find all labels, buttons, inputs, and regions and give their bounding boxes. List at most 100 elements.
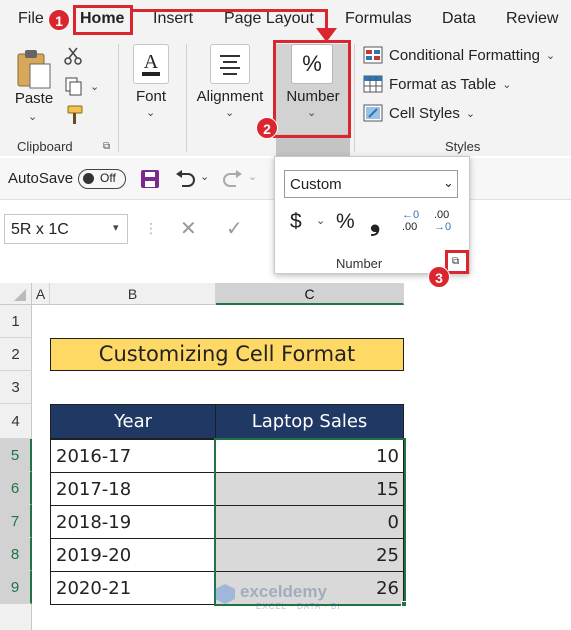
callout-box-launcher: [445, 250, 469, 274]
ribbon-divider: [118, 44, 119, 152]
row-header[interactable]: 4: [0, 404, 32, 439]
selection-range: [214, 438, 406, 606]
decrease-decimal-top: .00: [434, 209, 450, 221]
fill-handle[interactable]: [401, 601, 407, 607]
row-header[interactable]: 3: [0, 371, 32, 404]
select-all-icon: [14, 289, 26, 301]
conditional-formatting-chevron-icon: ⌄: [545, 49, 556, 62]
callout-arrow-line: [133, 9, 328, 12]
toggle-knob: [83, 173, 94, 184]
decrease-decimal-icon[interactable]: .00 →0: [434, 209, 451, 233]
row-header[interactable]: 8: [0, 538, 32, 571]
name-box-value: 5R x 1C: [11, 221, 69, 238]
cell-styles-button[interactable]: Cell Styles ⌄: [363, 104, 475, 122]
callout-badge-3: 3: [428, 266, 450, 288]
format-as-table-button[interactable]: Format as Table ⌄: [363, 75, 512, 93]
tab-review[interactable]: Review: [506, 4, 558, 34]
row-header[interactable]: 5: [0, 439, 32, 472]
column-header-c[interactable]: C: [216, 283, 404, 305]
increase-decimal-icon[interactable]: ←0.00: [402, 209, 419, 233]
conditional-formatting-icon: [363, 46, 383, 64]
callout-box-number: [273, 40, 351, 138]
row-header-filler: [0, 604, 32, 630]
row-header[interactable]: 1: [0, 305, 32, 338]
font-button[interactable]: Font: [131, 88, 171, 105]
tab-file[interactable]: File: [18, 4, 44, 34]
percent-style-icon[interactable]: %: [336, 210, 355, 234]
styles-group-label: Styles: [445, 139, 481, 154]
cell-styles-chevron-icon: ⌄: [465, 107, 476, 120]
row-header[interactable]: 2: [0, 338, 32, 371]
tab-data[interactable]: Data: [442, 4, 476, 34]
name-box-chevron-icon[interactable]: ▾: [113, 221, 119, 234]
select-all-corner[interactable]: [0, 283, 32, 305]
copy-icon[interactable]: [64, 76, 84, 96]
year-cell[interactable]: 2020-21: [50, 571, 216, 605]
ribbon-divider: [354, 44, 355, 152]
accounting-chevron-icon[interactable]: ⌄: [316, 214, 325, 227]
cut-icon[interactable]: [64, 46, 82, 66]
decrease-decimal-bottom: →0: [434, 221, 452, 233]
redo-icon[interactable]: [222, 168, 244, 190]
row-header[interactable]: 6: [0, 472, 32, 505]
comma-style-icon[interactable]: ❟: [370, 206, 380, 238]
number-format-chevron-icon: ⌄: [443, 175, 454, 190]
autosave-label: AutoSave: [8, 170, 74, 187]
paste-button[interactable]: Paste: [14, 90, 54, 107]
cell-styles-label: Cell Styles: [389, 104, 460, 122]
clipboard-group-label: Clipboard: [17, 139, 73, 154]
header-cell-laptop-sales[interactable]: Laptop Sales: [215, 404, 404, 439]
clipboard-launcher-icon[interactable]: ⧉: [103, 141, 110, 152]
formula-bar-grip-icon: ⋮: [144, 220, 158, 236]
font-icon[interactable]: A: [140, 49, 162, 79]
conditional-formatting-label: Conditional Formatting: [389, 46, 540, 64]
font-chevron-icon[interactable]: ⌄: [146, 106, 155, 119]
autosave-state: Off: [100, 171, 116, 185]
alignment-chevron-icon[interactable]: ⌄: [225, 106, 234, 119]
increase-decimal-top: ←0: [402, 209, 420, 221]
year-cell[interactable]: 2017-18: [50, 472, 216, 506]
row-header[interactable]: 7: [0, 505, 32, 538]
callout-badge-2: 2: [256, 117, 278, 139]
year-cell[interactable]: 2019-20: [50, 538, 216, 572]
number-format-select[interactable]: Custom ⌄: [284, 170, 458, 198]
enter-icon[interactable]: ✓: [226, 216, 243, 241]
increase-decimal-bottom: .00: [402, 221, 418, 233]
sheet-title-cell[interactable]: Customizing Cell Format: [50, 338, 404, 371]
row-header[interactable]: 9: [0, 571, 32, 604]
format-as-table-label: Format as Table: [389, 75, 497, 93]
column-header-b[interactable]: B: [50, 283, 216, 305]
svg-text:A: A: [144, 51, 159, 73]
redo-chevron-icon[interactable]: ⌄: [248, 170, 257, 183]
watermark-tag: EXCEL · DATA · BI: [256, 602, 341, 611]
alignment-button[interactable]: Alignment: [194, 88, 266, 105]
column-header-a[interactable]: A: [32, 283, 50, 305]
paste-icon[interactable]: [16, 48, 52, 90]
undo-chevron-icon[interactable]: ⌄: [200, 170, 209, 183]
undo-icon[interactable]: [174, 168, 196, 190]
ribbon-divider: [186, 44, 187, 152]
copy-chevron-icon[interactable]: ⌄: [90, 80, 99, 93]
name-box[interactable]: 5R x 1C ▾: [4, 214, 128, 244]
year-cell[interactable]: 2016-17: [50, 439, 216, 473]
header-cell-year[interactable]: Year: [50, 404, 216, 439]
year-cell[interactable]: 2018-19: [50, 505, 216, 539]
cancel-icon[interactable]: ✕: [180, 216, 197, 241]
accounting-format-icon[interactable]: $: [290, 210, 302, 234]
alignment-icon[interactable]: [218, 52, 242, 76]
format-as-table-icon: [363, 75, 383, 93]
format-painter-icon[interactable]: [62, 104, 84, 126]
format-as-table-chevron-icon: ⌄: [502, 78, 512, 91]
callout-box-home: [73, 5, 133, 35]
cell-styles-icon: [363, 104, 383, 122]
tab-formulas[interactable]: Formulas: [345, 4, 412, 34]
number-panel-label: Number: [336, 256, 383, 271]
exceldemy-logo-icon: [215, 584, 235, 604]
save-icon[interactable]: [140, 169, 160, 189]
paste-chevron-icon[interactable]: ⌄: [28, 110, 37, 123]
watermark-name: exceldemy: [240, 582, 327, 601]
number-format-value: Custom: [290, 176, 342, 193]
autosave-toggle[interactable]: Off: [78, 169, 126, 189]
conditional-formatting-button[interactable]: Conditional Formatting ⌄: [363, 46, 555, 64]
callout-badge-1: 1: [48, 9, 70, 31]
